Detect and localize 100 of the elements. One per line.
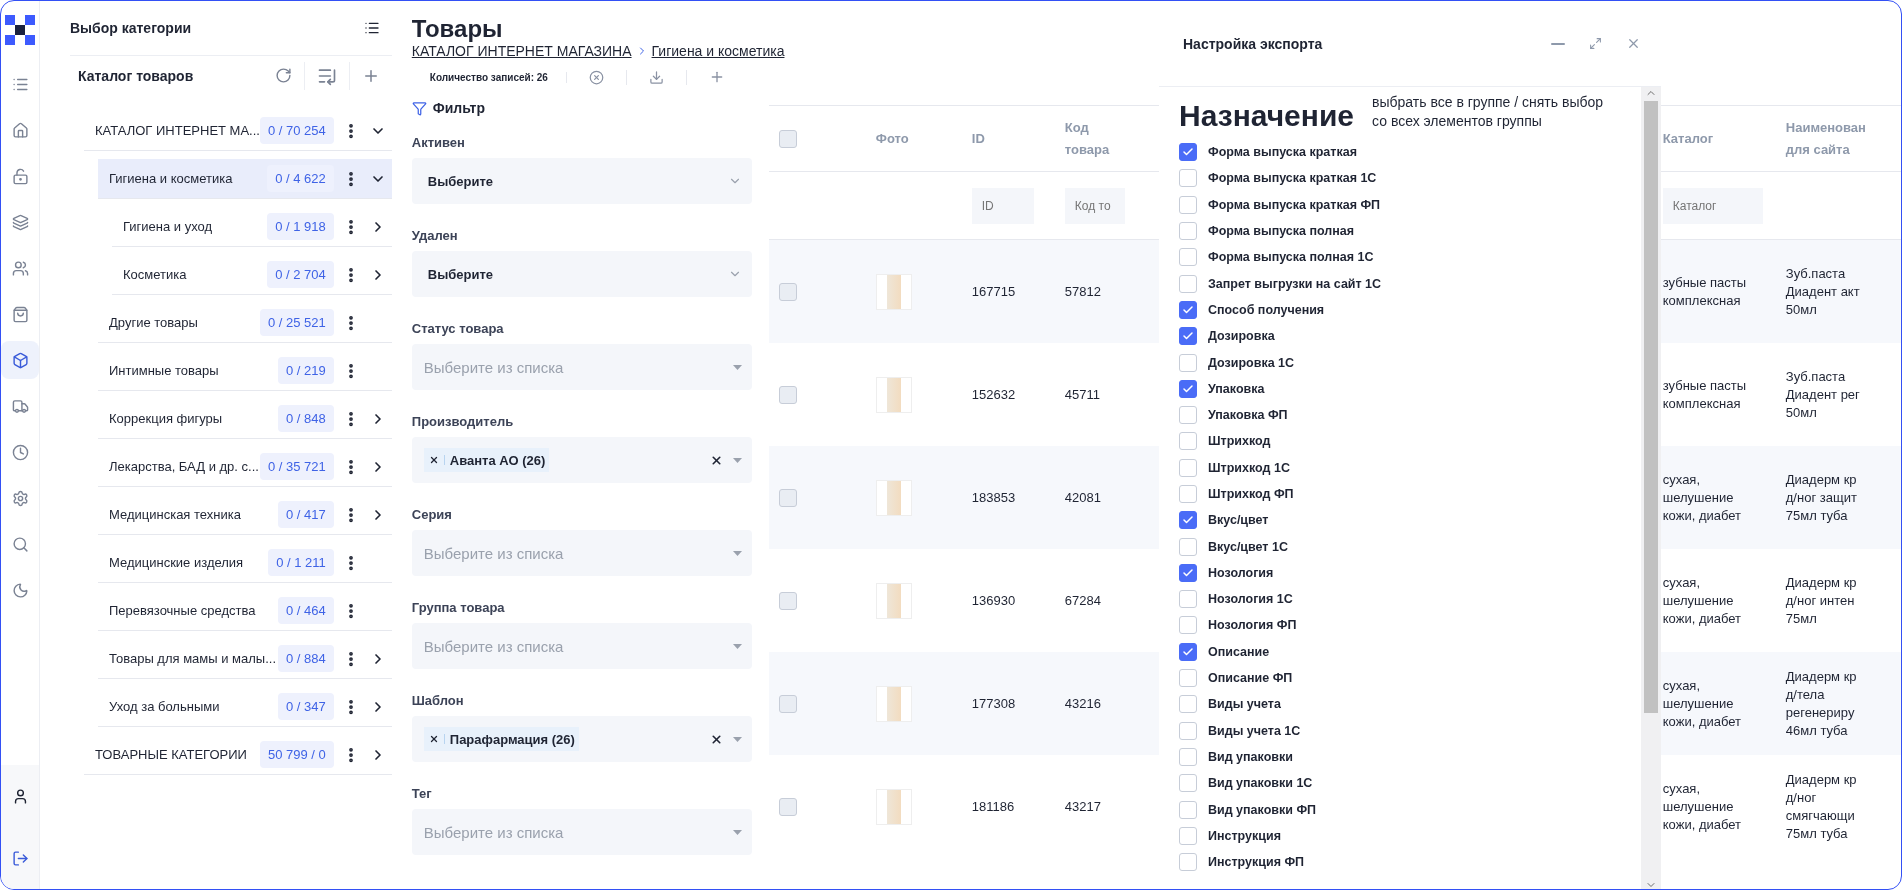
tree-item[interactable]: Медицинские изделия 0 / 1 211 [98, 543, 392, 583]
checkbox[interactable] [1179, 695, 1197, 714]
checkbox[interactable] [1179, 642, 1197, 661]
selected-tag: Парафармация (26) [423, 727, 579, 751]
checkbox[interactable] [1179, 195, 1197, 214]
checkbox[interactable] [1179, 721, 1197, 740]
users-icon [11, 259, 29, 277]
count-badge: 0 / 464 [278, 597, 334, 624]
checkbox[interactable] [1179, 537, 1197, 556]
count-badge: 0 / 884 [278, 645, 334, 672]
tree-item[interactable]: Лекарства, БАД и др. с... 0 / 35 721 [98, 447, 392, 487]
refresh-icon [274, 67, 292, 84]
tree-item[interactable]: Медицинская техника 0 / 417 [98, 495, 392, 535]
row-checkbox[interactable] [778, 797, 797, 816]
tree-item[interactable]: Гигиена и косметика 0 / 4 622 [98, 159, 392, 199]
checkbox[interactable] [1179, 248, 1197, 267]
tree-item[interactable]: Косметика 0 / 2 704 [112, 255, 392, 295]
id-filter-input[interactable]: ID [971, 187, 1034, 224]
checkbox-label: Форма выпуска краткая ФП [1208, 197, 1381, 212]
catalog-filter-input[interactable]: Каталог [1662, 187, 1763, 224]
product-photo-placeholder [875, 582, 912, 619]
field-label: Активен [411, 135, 466, 150]
clock-icon [11, 443, 29, 461]
tree-item-label: Лекарства, БАД и др. с... [109, 459, 260, 474]
moon-icon [11, 581, 29, 599]
code-filter-input[interactable]: Код то [1064, 187, 1125, 224]
tree-item[interactable]: Гигиена и уход 0 / 1 918 [112, 207, 392, 247]
list-icon[interactable] [363, 20, 380, 36]
count-badge: 0 / 417 [278, 501, 334, 528]
clear-icon[interactable] [709, 732, 723, 746]
checkbox[interactable] [1179, 774, 1197, 793]
product-photo-placeholder [875, 376, 912, 413]
multi-select-field[interactable]: Парафармация (26) [411, 716, 752, 762]
close-button[interactable] [1626, 36, 1641, 51]
table-cell-text: сухая, шелушение кожи, диабет [1662, 573, 1742, 628]
checkbox[interactable] [1179, 300, 1197, 319]
tree-item[interactable]: Интимные товары 0 / 219 [98, 351, 392, 391]
checkbox[interactable] [1179, 143, 1197, 162]
minimize-button[interactable] [1551, 42, 1565, 45]
tree-item[interactable]: Уход за больными 0 / 347 [98, 687, 392, 727]
multi-select-field[interactable]: Аванта АО (26) [411, 437, 752, 483]
row-checkbox[interactable] [778, 694, 797, 713]
tree-item[interactable]: ТОВАРНЫЕ КАТЕГОРИИ 50 799 / 0 [84, 735, 392, 775]
checkbox[interactable] [1179, 353, 1197, 372]
table-cell: 42081 [1064, 488, 1101, 507]
checkbox[interactable] [1179, 563, 1197, 582]
row-checkbox[interactable] [778, 591, 797, 610]
dropdown-arrow-icon [732, 736, 742, 742]
checkbox[interactable] [1179, 274, 1197, 293]
product-photo-placeholder [875, 685, 912, 722]
checkbox[interactable] [1179, 826, 1197, 845]
checkbox[interactable] [1179, 485, 1197, 503]
row-checkbox[interactable] [778, 385, 797, 404]
checkbox[interactable] [1179, 327, 1197, 346]
table-cell: 67284 [1064, 591, 1101, 610]
tree-item[interactable]: Коррекция фигуры 0 / 848 [98, 399, 392, 439]
filter-title: Фильтр [432, 100, 485, 116]
tree-item[interactable]: КАТАЛОГ ИНТЕРНЕТ МА... 0 / 70 254 [84, 111, 392, 151]
select-all-checkbox[interactable] [778, 129, 797, 148]
checkbox-label: Вид упаковки [1208, 749, 1293, 764]
select-all-link[interactable]: выбрать все в группе / снять выбор со всех элементов группы [1372, 93, 1613, 131]
checkbox[interactable] [1179, 800, 1197, 819]
checkbox[interactable] [1179, 406, 1197, 425]
table-cell-text: сухая, шелушение кожи, диабет [1662, 470, 1742, 525]
scrollbar[interactable] [1641, 87, 1661, 889]
checkbox[interactable] [1179, 511, 1197, 530]
checkbox[interactable] [1179, 432, 1197, 451]
tree-item[interactable]: Товары для мамы и малы... 0 / 884 [98, 639, 392, 679]
column-header: Каталог [1662, 131, 1714, 146]
checkbox[interactable] [1179, 458, 1197, 477]
checkbox[interactable] [1179, 669, 1197, 688]
maximize-button[interactable] [1589, 37, 1602, 50]
nav-button[interactable] [1, 341, 39, 379]
row-checkbox[interactable] [778, 282, 797, 301]
tree-item[interactable]: Перевязочные средства 0 / 464 [98, 591, 392, 631]
field-label: Группа товара [411, 600, 506, 615]
select-field[interactable]: Выберите [411, 158, 752, 204]
tree-item[interactable]: Другие товары 0 / 25 521 [98, 303, 392, 343]
checkbox-label: Инструкция ФП [1208, 855, 1305, 870]
checkbox[interactable] [1179, 222, 1197, 241]
count-badge: 0 / 1 211 [268, 549, 334, 576]
checkbox-label: Нозология 1С [1208, 592, 1293, 607]
checkbox-label: Инструкция [1208, 828, 1281, 843]
field-label: Тег [411, 786, 433, 801]
column-header: ID [971, 131, 985, 146]
checkbox[interactable] [1179, 169, 1197, 188]
remove-tag-icon[interactable] [428, 455, 439, 465]
checkbox[interactable] [1179, 853, 1197, 872]
select-field[interactable]: Выберите [411, 251, 752, 297]
checkbox[interactable] [1179, 747, 1197, 766]
remove-tag-icon[interactable] [428, 734, 439, 744]
breadcrumb-link[interactable]: КАТАЛОГ ИНТЕРНЕТ МАГАЗИНА [411, 43, 632, 59]
checkbox[interactable] [1179, 616, 1197, 635]
scrollbar-thumb[interactable] [1644, 101, 1658, 713]
row-checkbox[interactable] [778, 488, 797, 507]
breadcrumb-link[interactable]: Гигиена и косметика [651, 43, 785, 59]
checkbox-label: Штрихкод ФП [1208, 487, 1294, 501]
checkbox[interactable] [1179, 590, 1197, 609]
checkbox[interactable] [1179, 379, 1197, 398]
clear-icon[interactable] [709, 453, 723, 467]
